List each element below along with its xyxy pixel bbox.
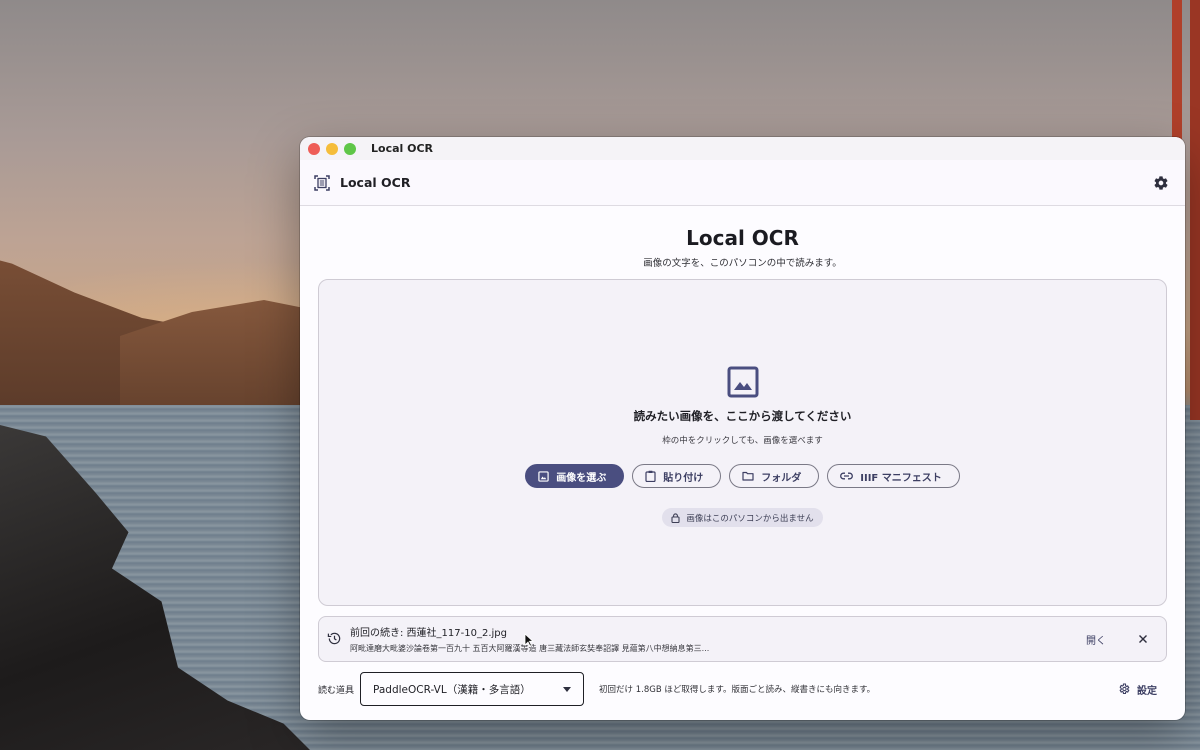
iiif-label: IIIF マニフェスト [860,472,942,484]
app-bar: Local OCR [300,160,1185,206]
privacy-badge: 画像はこのパソコンから出ません [662,508,823,527]
close-icon[interactable] [1134,630,1152,648]
choose-image-button[interactable]: 画像を選ぶ [525,464,625,488]
image-dropzone[interactable]: 読みたい画像を、ここから渡してください 枠の中をクリックしても、画像を選べます … [318,279,1167,606]
source-button-row: 画像を選ぶ 貼り付け フォルダ IIIF マニフェスト [525,464,960,488]
app-window: Local OCR Local OCR Local OCR 画像の文字を、このパ… [300,137,1185,720]
image-icon [538,470,549,482]
zoom-window-button[interactable] [344,142,356,155]
page-subtitle: 画像の文字を、このパソコンの中で読みます。 [643,258,842,269]
image-icon [727,366,759,398]
link-icon [840,472,854,480]
resume-preview: 阿毗達磨大毗婆沙論卷第一百九十 五百大阿羅漢等造 唐三藏法師玄奘奉詔譯 見蘊第八… [350,644,710,653]
model-note: 初回だけ 1.8GB ほど取得します。版面ごと読み、縦書きにも向きます。 [599,685,876,695]
model-select-value: PaddleOCR-VL（漢籍・多言語） [373,683,531,696]
mouse-cursor-icon [524,633,534,647]
history-icon [327,631,343,647]
page-title: Local OCR [686,226,799,250]
folder-icon [742,471,754,481]
main-content: Local OCR 画像の文字を、このパソコンの中で読みます。 読みたい画像を、… [300,226,1185,707]
document-scan-icon [314,174,330,191]
gear-icon [1119,683,1130,695]
choose-image-label: 画像を選ぶ [556,472,607,484]
clipboard-icon [645,470,656,482]
iiif-manifest-button[interactable]: IIIF マニフェスト [827,464,960,488]
resume-title: 前回の続き: 西蓮社_117-10_2.jpg [350,628,507,639]
dropzone-hint: 枠の中をクリックしても、画像を選べます [662,436,823,446]
window-title: Local OCR [371,142,434,155]
tool-label: 読む道具 [318,685,355,696]
paste-label: 貼り付け [663,472,704,484]
app-title: Local OCR [340,175,411,190]
resume-previous-card[interactable]: 前回の続き: 西蓮社_117-10_2.jpg 阿毗達磨大毗婆沙論卷第一百九十 … [318,616,1167,662]
settings-button[interactable]: 設定 [1118,682,1157,697]
window-titlebar[interactable]: Local OCR [300,137,1185,160]
model-select[interactable]: PaddleOCR-VL（漢籍・多言語） [360,672,585,706]
open-button[interactable]: 開く [1076,628,1116,651]
paste-button[interactable]: 貼り付け [632,464,722,488]
close-window-button[interactable] [308,142,320,155]
privacy-note: 画像はこのパソコンから出ません [686,513,814,524]
folder-button[interactable]: フォルダ [729,464,820,488]
lock-icon [671,512,680,523]
minimize-window-button[interactable] [326,142,338,155]
folder-label: フォルダ [761,472,802,484]
dropzone-heading: 読みたい画像を、ここから渡してください [633,409,852,423]
gear-icon[interactable] [1151,173,1171,193]
settings-label: 設定 [1137,685,1157,697]
bottom-bar: 読む道具 PaddleOCR-VL（漢籍・多言語） 初回だけ 1.8GB ほど取… [318,671,1167,707]
dropdown-arrow-icon [563,683,572,695]
